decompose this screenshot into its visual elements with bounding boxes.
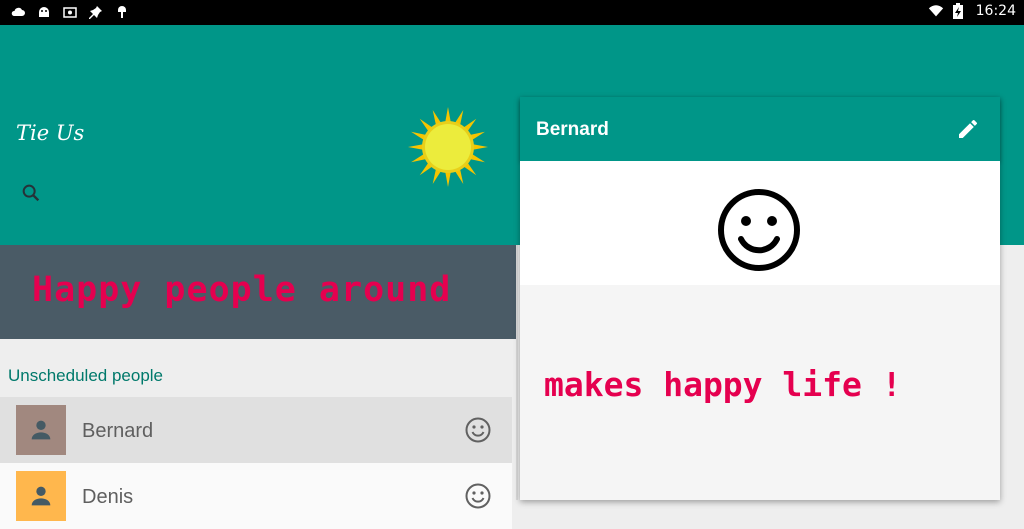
smiley-icon[interactable] xyxy=(464,416,492,444)
android-debug-icon xyxy=(114,4,130,20)
smiley-icon[interactable] xyxy=(464,482,492,510)
person-icon xyxy=(31,486,51,506)
detail-card: Bernard makes happy life ! xyxy=(520,97,1000,500)
sun-icon xyxy=(408,107,488,187)
battery-charging-icon xyxy=(950,3,966,19)
avatar xyxy=(16,471,66,521)
notification-icons xyxy=(10,4,130,20)
banner-text: Happy people around xyxy=(32,270,452,310)
big-smiley-icon xyxy=(718,189,800,271)
search-icon xyxy=(22,184,40,202)
status-bar: 16:24 xyxy=(0,0,1024,25)
wifi-icon xyxy=(928,3,944,19)
person-icon xyxy=(31,420,51,440)
pin-icon xyxy=(88,4,104,20)
avatar xyxy=(16,405,66,455)
pane-divider xyxy=(516,245,518,500)
list-item-name: Bernard xyxy=(82,420,154,442)
list-item-denis[interactable]: Denis xyxy=(0,463,512,529)
section-label: Unscheduled people xyxy=(8,366,164,385)
detail-title: Bernard xyxy=(536,119,609,140)
detail-header: Bernard xyxy=(520,97,1000,161)
cloud-icon xyxy=(10,4,26,20)
status-time: 16:24 xyxy=(975,3,1016,19)
system-icons: 16:24 xyxy=(928,3,1016,19)
android-icon xyxy=(36,4,52,20)
detail-caption: makes happy life ! xyxy=(544,365,902,404)
edit-icon[interactable] xyxy=(956,117,980,141)
list-item-name: Denis xyxy=(82,486,134,508)
detail-face-area xyxy=(520,161,1000,285)
search-button[interactable] xyxy=(18,180,44,206)
photo-icon xyxy=(62,4,78,20)
app-title: Tie Us xyxy=(16,121,85,145)
list-item-bernard[interactable]: Bernard xyxy=(0,397,512,463)
